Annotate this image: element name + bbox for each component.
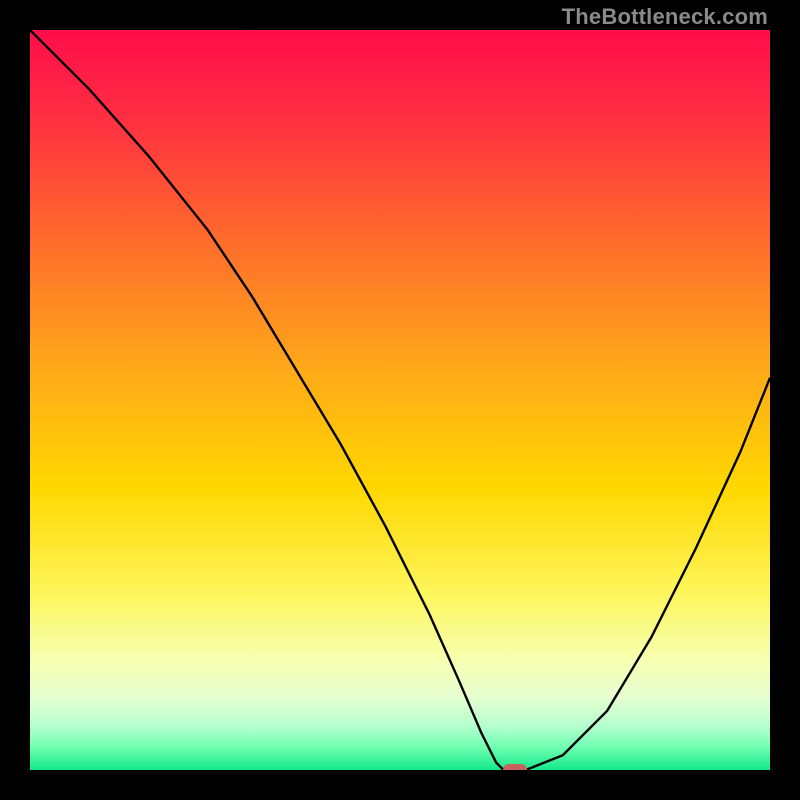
watermark-text: TheBottleneck.com [562, 4, 768, 30]
plot-area [30, 30, 770, 770]
bottleneck-curve [30, 30, 770, 770]
dip-marker [503, 764, 527, 770]
chart-frame: TheBottleneck.com [0, 0, 800, 800]
